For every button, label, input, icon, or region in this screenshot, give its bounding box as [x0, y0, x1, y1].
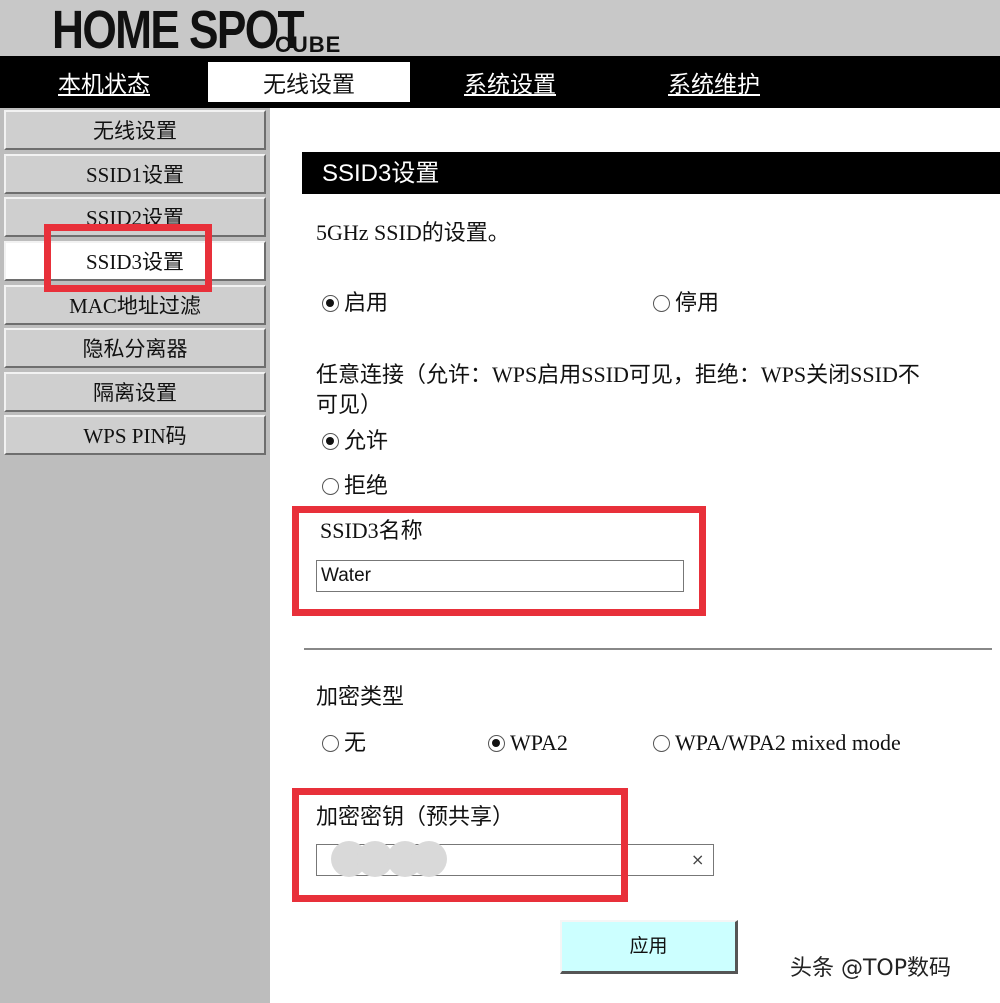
encryption-type-label: 加密类型 [316, 684, 405, 709]
main-content: SSID3设置 5GHz SSID的设置。 启用 停用 任意连接（允许：WPS启… [270, 108, 1000, 1003]
sidebar-item-ssid1[interactable]: SSID1设置 [4, 154, 266, 194]
sidebar-item-ssid2[interactable]: SSID2设置 [4, 197, 266, 237]
sidebar-item-mac-filter[interactable]: MAC地址过滤 [4, 285, 266, 325]
radio-allow[interactable]: 允许 [322, 426, 388, 456]
radio-allow-label: 允许 [344, 428, 389, 453]
radio-disable-label: 停用 [675, 290, 720, 315]
radio-disable[interactable]: 停用 [653, 288, 719, 318]
nav-tab-system-settings[interactable]: 系统设置 [464, 56, 556, 108]
radio-enable-label: 启用 [344, 290, 389, 315]
apply-button[interactable]: 应用 [560, 920, 738, 974]
radio-deny-indicator[interactable] [322, 478, 339, 495]
radio-encryption-none-indicator[interactable] [322, 735, 339, 752]
radio-encryption-mixed-label: WPA/WPA2 mixed mode [675, 730, 901, 755]
section-divider [304, 648, 992, 650]
header-banner: HOME SPOT CUBE [0, 0, 1000, 56]
clear-icon[interactable]: × [691, 845, 704, 875]
radio-encryption-wpa2[interactable]: WPA2 [488, 728, 568, 758]
watermark: 头条 @TOP数码 [790, 956, 952, 981]
sidebar-item-ssid3[interactable]: SSID3设置 [4, 241, 266, 281]
ssid-description: 5GHz SSID的设置。 [316, 220, 510, 245]
any-connection-description-line1: 任意连接（允许：WPS启用SSID可见，拒绝：WPS关闭SSID不 [316, 362, 920, 387]
preshared-key-input[interactable]: × [316, 841, 714, 877]
radio-encryption-mixed-indicator[interactable] [653, 735, 670, 752]
logo: HOME SPOT [52, 0, 305, 56]
sidebar-item-wireless[interactable]: 无线设置 [4, 110, 266, 150]
nav-tab-status[interactable]: 本机状态 [58, 56, 150, 108]
radio-deny-label: 拒绝 [344, 473, 389, 498]
radio-encryption-wpa2-label: WPA2 [510, 730, 568, 755]
top-nav: 本机状态 无线设置 系统设置 系统维护 [0, 56, 1000, 108]
logo-subtitle: CUBE [275, 32, 342, 56]
radio-deny[interactable]: 拒绝 [322, 471, 388, 501]
sidebar-item-privacy-separator[interactable]: 隐私分离器 [4, 328, 266, 368]
obscured-key-blob [411, 841, 447, 877]
sidebar-item-isolation[interactable]: 隔离设置 [4, 372, 266, 412]
sidebar: 无线设置 SSID1设置 SSID2设置 SSID3设置 MAC地址过滤 隐私分… [0, 108, 270, 1003]
radio-encryption-none-label: 无 [344, 730, 367, 755]
radio-encryption-wpa2-indicator[interactable] [488, 735, 505, 752]
section-title: SSID3设置 [302, 152, 1000, 194]
radio-enable[interactable]: 启用 [322, 288, 388, 318]
radio-disable-indicator[interactable] [653, 295, 670, 312]
any-connection-description-line2: 可见） [316, 392, 383, 417]
sidebar-item-wps-pin[interactable]: WPS PIN码 [4, 415, 266, 455]
radio-allow-indicator[interactable] [322, 433, 339, 450]
ssid-name-label: SSID3名称 [320, 518, 423, 543]
radio-enable-indicator[interactable] [322, 295, 339, 312]
radio-encryption-mixed[interactable]: WPA/WPA2 mixed mode [653, 728, 901, 758]
nav-tab-wireless[interactable]: 无线设置 [208, 62, 410, 102]
preshared-key-label: 加密密钥（预共享） [316, 804, 515, 829]
nav-tab-system-maintenance[interactable]: 系统维护 [668, 56, 760, 108]
radio-encryption-none[interactable]: 无 [322, 728, 366, 758]
ssid-name-input[interactable]: Water [316, 560, 684, 592]
